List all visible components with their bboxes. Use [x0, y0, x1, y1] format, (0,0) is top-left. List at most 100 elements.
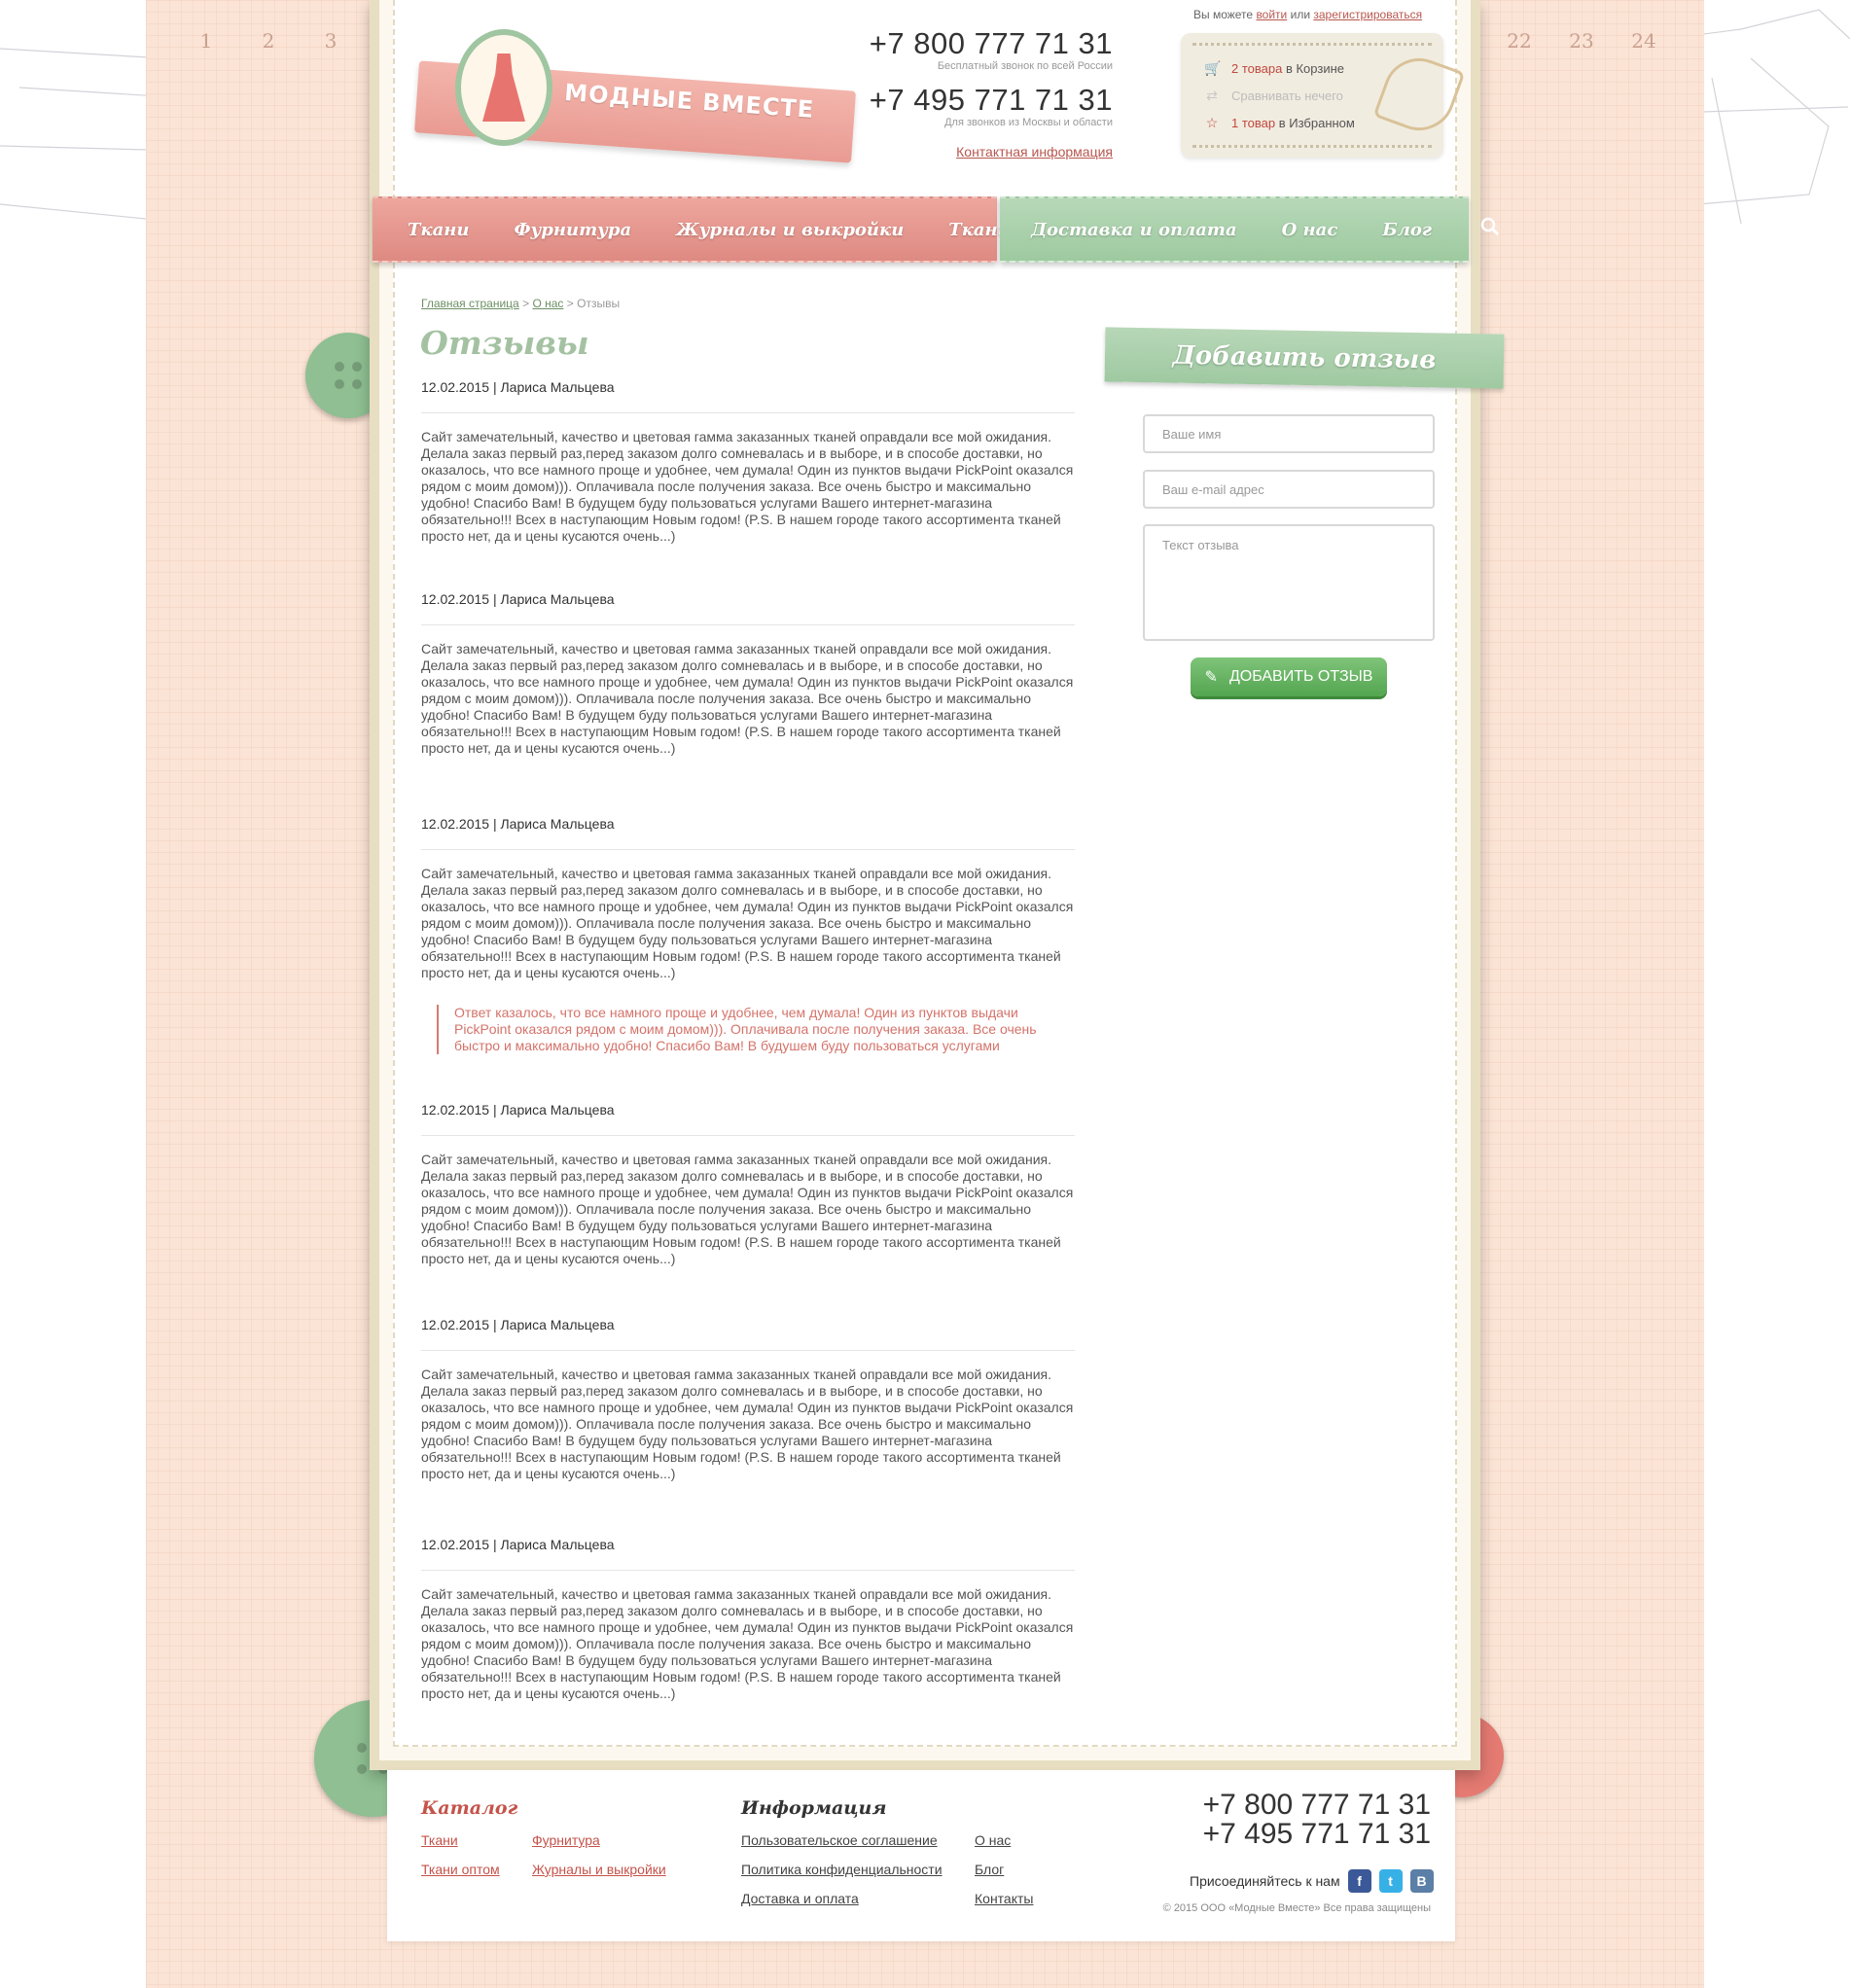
review-divider	[421, 412, 1075, 413]
footer-link-wholesale[interactable]: Ткани оптом	[421, 1862, 500, 1877]
register-link[interactable]: зарегистрироваться	[1313, 8, 1422, 21]
cart-row[interactable]: 🛒 2 товара в Корзине	[1204, 60, 1344, 77]
review-text: Сайт замечательный, качество и цветовая …	[421, 1586, 1074, 1701]
review-admin-reply: Ответ казалось, что все намного проще и …	[437, 1005, 1075, 1054]
name-input[interactable]	[1143, 414, 1435, 453]
nav-item-about[interactable]: О нас	[1282, 220, 1338, 240]
breadcrumb-home[interactable]: Главная страница	[421, 297, 519, 310]
account-prefix: Вы можете	[1193, 8, 1254, 21]
footer-link-fabrics[interactable]: Ткани	[421, 1832, 458, 1848]
footer-link-privacy[interactable]: Политика конфиденциальности	[741, 1862, 943, 1877]
review-text: Сайт замечательный, качество и цветовая …	[421, 1152, 1074, 1266]
ruler-right: 22 23 24	[1488, 0, 1675, 58]
facebook-icon[interactable]: f	[1347, 1869, 1371, 1893]
footer-phone-free: +7 800 777 71 31	[1202, 1789, 1431, 1821]
stitch-divider	[1192, 43, 1432, 46]
cart-icon: 🛒	[1204, 60, 1222, 76]
nav-item-delivery[interactable]: Доставка и оплата	[1031, 220, 1237, 240]
phone-free-note: Бесплатный звонок по всей России	[937, 60, 1113, 72]
cart-suffix: в Корзине	[1285, 61, 1345, 76]
review-divider	[421, 1135, 1075, 1136]
nav-item-accessories[interactable]: Фурнитура	[514, 220, 631, 240]
review-item: 12.02.2015 | Лариса Мальцева Сайт замеча…	[421, 379, 1075, 591]
review-meta: 12.02.2015 | Лариса Мальцева	[421, 1102, 615, 1118]
breadcrumb-current: Отзывы	[577, 297, 621, 310]
page-title: Отзывы	[420, 324, 589, 362]
phone-moscow: +7 495 771 71 31	[869, 83, 1113, 117]
phone-moscow-note: Для звонков из Москвы и области	[944, 117, 1113, 128]
footer-link-accessories[interactable]: Фурнитура	[532, 1832, 600, 1848]
compare-icon: ⇄	[1206, 88, 1218, 103]
review-item: 12.02.2015 | Лариса Мальцева Сайт замеча…	[421, 1102, 1075, 1317]
email-input[interactable]	[1143, 470, 1435, 509]
compare-row: ⇄ Сравнивать нечего	[1204, 88, 1343, 104]
footer-link-blog[interactable]: Блог	[975, 1862, 1004, 1877]
basket-panel: 🛒 2 товара в Корзине ⇄ Сравнивать нечего…	[1181, 33, 1466, 158]
review-meta: 12.02.2015 | Лариса Мальцева	[421, 379, 615, 395]
contact-info-link[interactable]: Контактная информация	[956, 144, 1113, 160]
ruler-mark: 24	[1631, 29, 1656, 53]
footer-link-magazines[interactable]: Журналы и выкройки	[532, 1862, 666, 1877]
review-item: 12.02.2015 | Лариса Мальцева Сайт замеча…	[421, 1537, 1075, 1702]
reviews-list: 12.02.2015 | Лариса Мальцева Сайт замеча…	[421, 379, 1075, 1702]
review-item: 12.02.2015 | Лариса Мальцева Сайт замеча…	[421, 816, 1075, 1102]
review-divider	[421, 624, 1075, 625]
review-divider	[421, 849, 1075, 850]
compare-label: Сравнивать нечего	[1231, 89, 1343, 103]
footer-link-about[interactable]: О нас	[975, 1832, 1011, 1848]
review-text: Сайт замечательный, качество и цветовая …	[421, 1367, 1074, 1481]
nav-item-blog[interactable]: Блог	[1382, 220, 1432, 240]
favorites-row[interactable]: ☆ 1 товар в Избранном	[1204, 115, 1355, 131]
cart-count[interactable]: 2 товара	[1231, 61, 1282, 76]
nav-item-magazines[interactable]: Журналы и выкройки	[676, 220, 904, 240]
nav-item-fabrics[interactable]: Ткани	[408, 220, 469, 240]
review-meta: 12.02.2015 | Лариса Мальцева	[421, 591, 615, 607]
search-icon[interactable]	[1480, 217, 1500, 242]
stitch-divider	[1192, 145, 1432, 148]
ruler-mark: 23	[1569, 29, 1594, 53]
favorites-count[interactable]: 1 товар	[1231, 116, 1275, 130]
review-text: Сайт замечательный, качество и цветовая …	[421, 866, 1074, 980]
pencil-icon: ✎	[1204, 669, 1218, 686]
add-review-button-label: ДОБАВИТЬ ОТЗЫВ	[1228, 668, 1373, 685]
ruler-mark: 3	[324, 29, 338, 53]
twitter-icon[interactable]: t	[1378, 1869, 1403, 1893]
account-hint: Вы можете войти или зарегистрироваться	[1193, 8, 1422, 21]
review-item: 12.02.2015 | Лариса Мальцева Сайт замеча…	[421, 591, 1075, 816]
review-item: 12.02.2015 | Лариса Мальцева Сайт замеча…	[421, 1317, 1075, 1537]
star-icon: ☆	[1205, 115, 1219, 130]
breadcrumb-separator: >	[522, 297, 530, 310]
review-meta: 12.02.2015 | Лариса Мальцева	[421, 1537, 615, 1552]
footer-info-title: Информация	[741, 1797, 887, 1819]
footer-link-delivery[interactable]: Доставка и оплата	[741, 1891, 859, 1906]
account-or: или	[1290, 8, 1311, 21]
social-caption: Присоединяйтесь к нам	[1190, 1873, 1340, 1889]
header-phones: +7 800 777 71 31 Бесплатный звонок по вс…	[860, 27, 1113, 161]
favorites-suffix: в Избранном	[1278, 116, 1355, 130]
dress-icon	[482, 53, 525, 122]
logo-emblem	[455, 29, 552, 146]
site-logo[interactable]: МОДНЫЕ ВМЕСТЕ	[413, 29, 864, 175]
review-meta: 12.02.2015 | Лариса Мальцева	[421, 1317, 615, 1332]
main-nav-catalog: Ткани Фурнитура Журналы и выкройки Ткани…	[373, 196, 1087, 263]
review-divider	[421, 1570, 1075, 1571]
login-link[interactable]: войти	[1256, 8, 1287, 21]
review-text: Сайт замечательный, качество и цветовая …	[421, 641, 1074, 756]
review-textarea[interactable]	[1143, 524, 1435, 641]
social-block: Присоединяйтесь к нам f t B	[1190, 1869, 1434, 1893]
breadcrumb-about[interactable]: О нас	[532, 297, 563, 310]
add-review-title: Добавить отзыв	[1104, 327, 1505, 389]
review-meta: 12.02.2015 | Лариса Мальцева	[421, 816, 615, 832]
review-text: Сайт замечательный, качество и цветовая …	[421, 429, 1074, 544]
footer-catalog-title: Каталог	[421, 1797, 518, 1819]
add-review-button[interactable]: ✎ ДОБАВИТЬ ОТЗЫВ	[1191, 657, 1387, 696]
review-divider	[421, 1350, 1075, 1351]
footer-link-agreement[interactable]: Пользовательское соглашение	[741, 1832, 938, 1848]
copyright: © 2015 ООО «Модные Вместе» Все права защ…	[1162, 1902, 1431, 1914]
main-nav-info: Доставка и оплата О нас Блог	[1000, 196, 1500, 263]
vk-icon[interactable]: B	[1409, 1869, 1434, 1893]
breadcrumb-separator: >	[566, 297, 574, 310]
ruler-mark: 2	[262, 29, 275, 53]
ruler-left: 1 2 3	[175, 0, 362, 58]
footer-link-contacts[interactable]: Контакты	[975, 1891, 1033, 1906]
